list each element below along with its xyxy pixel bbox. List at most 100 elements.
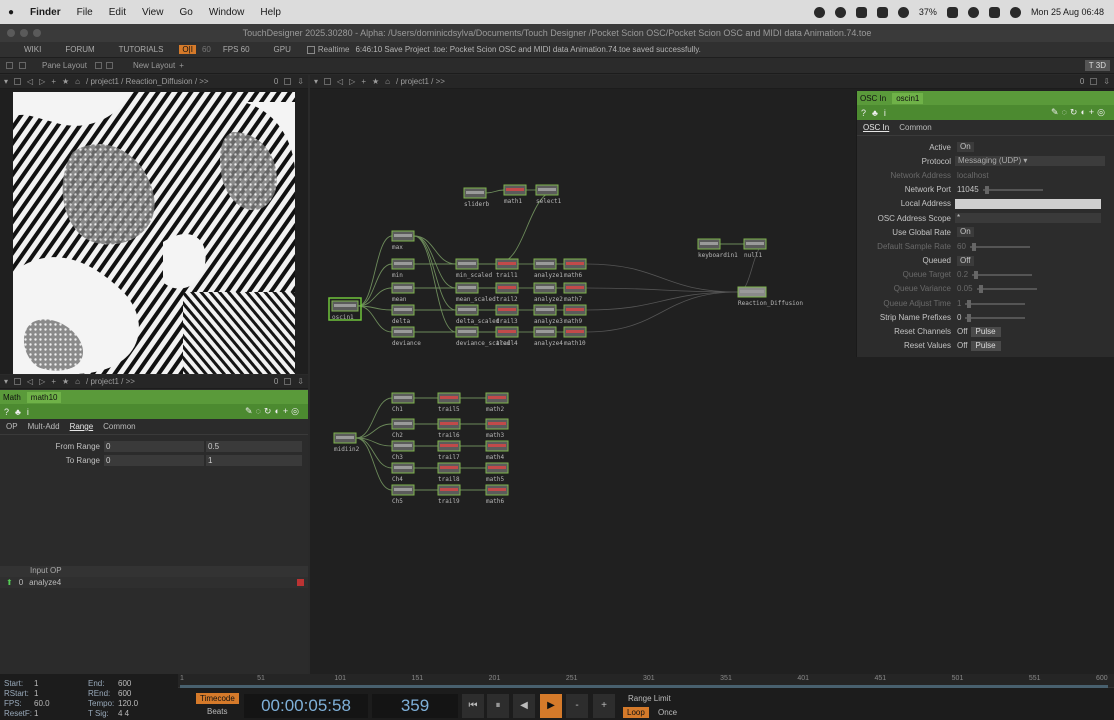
siri-icon[interactable] [1009,6,1021,18]
star-icon[interactable]: ★ [62,377,69,386]
stop-icon[interactable] [14,378,22,385]
up-arrow-icon[interactable]: ⬆ [6,578,13,587]
search-icon[interactable] [967,6,979,18]
osc-slider-value[interactable]: 0.05 [955,284,1037,293]
resetf-value[interactable]: 1 [34,709,38,718]
node-ch5[interactable]: Ch5 [391,484,415,505]
stop-icon[interactable] [14,78,22,85]
node-wire[interactable] [413,235,457,289]
home-icon[interactable]: ⌂ [75,77,80,86]
osc-pulse[interactable]: Off Pulse [955,340,1001,351]
value-slider[interactable] [965,299,1026,308]
minus-button[interactable]: - [566,694,588,718]
window-icon[interactable] [284,378,292,385]
node-min_scaled[interactable]: min_scaled [455,258,493,279]
node-sliderb[interactable]: sliderb [463,187,490,208]
node-analyze2[interactable]: analyze2 [533,282,563,303]
forum-button[interactable]: FORUM [53,45,106,54]
menu-view[interactable]: View [134,7,172,18]
node-wire[interactable] [585,291,739,333]
checkbox-icon[interactable] [306,45,315,54]
node-math9[interactable]: math9 [563,304,587,325]
node-min[interactable]: min [391,258,415,279]
node-midiin2[interactable]: midiin2 [333,432,360,453]
beats-button[interactable]: Beats [207,707,227,716]
timeline-ruler[interactable]: 1 51 101 151 201 251 301 351 401 451 501 551 600 [178,674,1114,688]
node-math6[interactable]: math6 [563,258,587,279]
rewind-icon[interactable]: ⏮ [462,694,484,718]
op-action-icons[interactable]: ✎◌↻◐+◎ [245,406,302,417]
end-value[interactable]: 600 [118,679,131,688]
osc-op-name-field[interactable]: oscin1 [892,92,924,104]
osc-text-field[interactable]: * [955,213,1101,224]
chat-icon[interactable] [876,6,888,18]
window-controls[interactable] [7,29,41,37]
tab-common[interactable]: Common [899,123,931,132]
gpu-button[interactable]: GPU [262,45,303,54]
app-menu[interactable]: Finder [22,7,69,18]
osc-slider-value[interactable]: 1 [955,299,1026,308]
node-trail2[interactable]: trail2 [495,282,519,303]
back-icon[interactable]: ◁ [337,77,343,86]
osc-text-field[interactable] [955,198,1101,209]
node-trail9[interactable]: trail9 [437,484,461,505]
add-icon[interactable]: + [51,77,56,86]
timeline-range-bar[interactable] [180,685,1108,688]
fps-value[interactable]: 60.0 [34,699,50,708]
tempo-value[interactable]: 120.0 [118,699,138,708]
node-analyze4[interactable]: analyze4 [533,326,563,347]
step-back-icon[interactable]: ◀ [513,694,535,718]
home-icon[interactable]: ⌂ [75,377,80,386]
node-deviance[interactable]: deviance [391,326,421,347]
close-icon[interactable] [7,29,15,37]
down-arrow-icon[interactable]: ⇩ [297,377,304,386]
add-icon[interactable]: + [361,77,366,86]
layout-icon[interactable] [94,62,102,69]
toggle-button[interactable]: Off [957,255,974,266]
node-math3[interactable]: math3 [485,418,509,439]
reaction-diffusion-viewer[interactable] [0,89,308,374]
value-slider[interactable] [965,313,1026,322]
node-oscin1[interactable]: oscin1 [328,297,362,321]
tutorials-button[interactable]: TUTORIALS [107,45,176,54]
status-icon[interactable] [834,6,846,18]
stop-icon[interactable] [324,78,332,85]
node-wire[interactable] [485,189,505,194]
input-name[interactable]: analyze4 [29,578,61,587]
add-layout-icon[interactable]: + [179,61,184,70]
node-mean_scaled[interactable]: mean_scaled [455,282,496,303]
node-ch2[interactable]: Ch2 [391,418,415,439]
wiki-button[interactable]: WIKI [12,45,53,54]
node-trail1[interactable]: trail1 [495,258,519,279]
menu-arrow-icon[interactable]: ▾ [314,77,318,86]
osc-slider-value[interactable]: 60 [955,242,1030,251]
tsig-value[interactable]: 4 4 [118,709,129,718]
node-wire[interactable] [357,235,393,307]
oi-badge[interactable]: O|I [179,45,196,54]
loop-button[interactable]: Loop [623,707,649,718]
node-math2[interactable]: math2 [485,392,509,413]
value-slider[interactable] [969,242,1030,251]
to-range-high[interactable]: 1 [206,454,302,466]
from-range-low[interactable]: 0 [104,440,204,452]
tab-range[interactable]: Range [70,422,94,431]
pane-link-icon[interactable] [19,62,26,69]
node-math6b[interactable]: math6 [485,484,509,505]
menu-help[interactable]: Help [252,7,289,18]
node-analyze3[interactable]: analyze3 [533,304,563,325]
menu-edit[interactable]: Edit [101,7,134,18]
node-trail3[interactable]: trail3 [495,304,519,325]
node-delta[interactable]: delta [391,304,415,325]
help-icon[interactable]: ? [4,407,9,417]
wifi-icon[interactable] [946,6,958,18]
node-select1[interactable]: select1 [535,184,562,205]
menu-arrow-icon[interactable]: ▾ [4,77,8,86]
value-slider[interactable] [972,271,1033,280]
network-path[interactable]: / project1 / >> [396,77,445,86]
tab-common[interactable]: Common [103,422,135,431]
left-path[interactable]: / project1 / Reaction_Diffusion / >> [86,77,209,86]
node-ch3[interactable]: Ch3 [391,440,415,461]
op-name-field[interactable]: math10 [26,391,62,403]
osc-slider-value[interactable]: 0.2 [955,270,1033,280]
tab-osc-in[interactable]: OSC In [863,123,889,132]
